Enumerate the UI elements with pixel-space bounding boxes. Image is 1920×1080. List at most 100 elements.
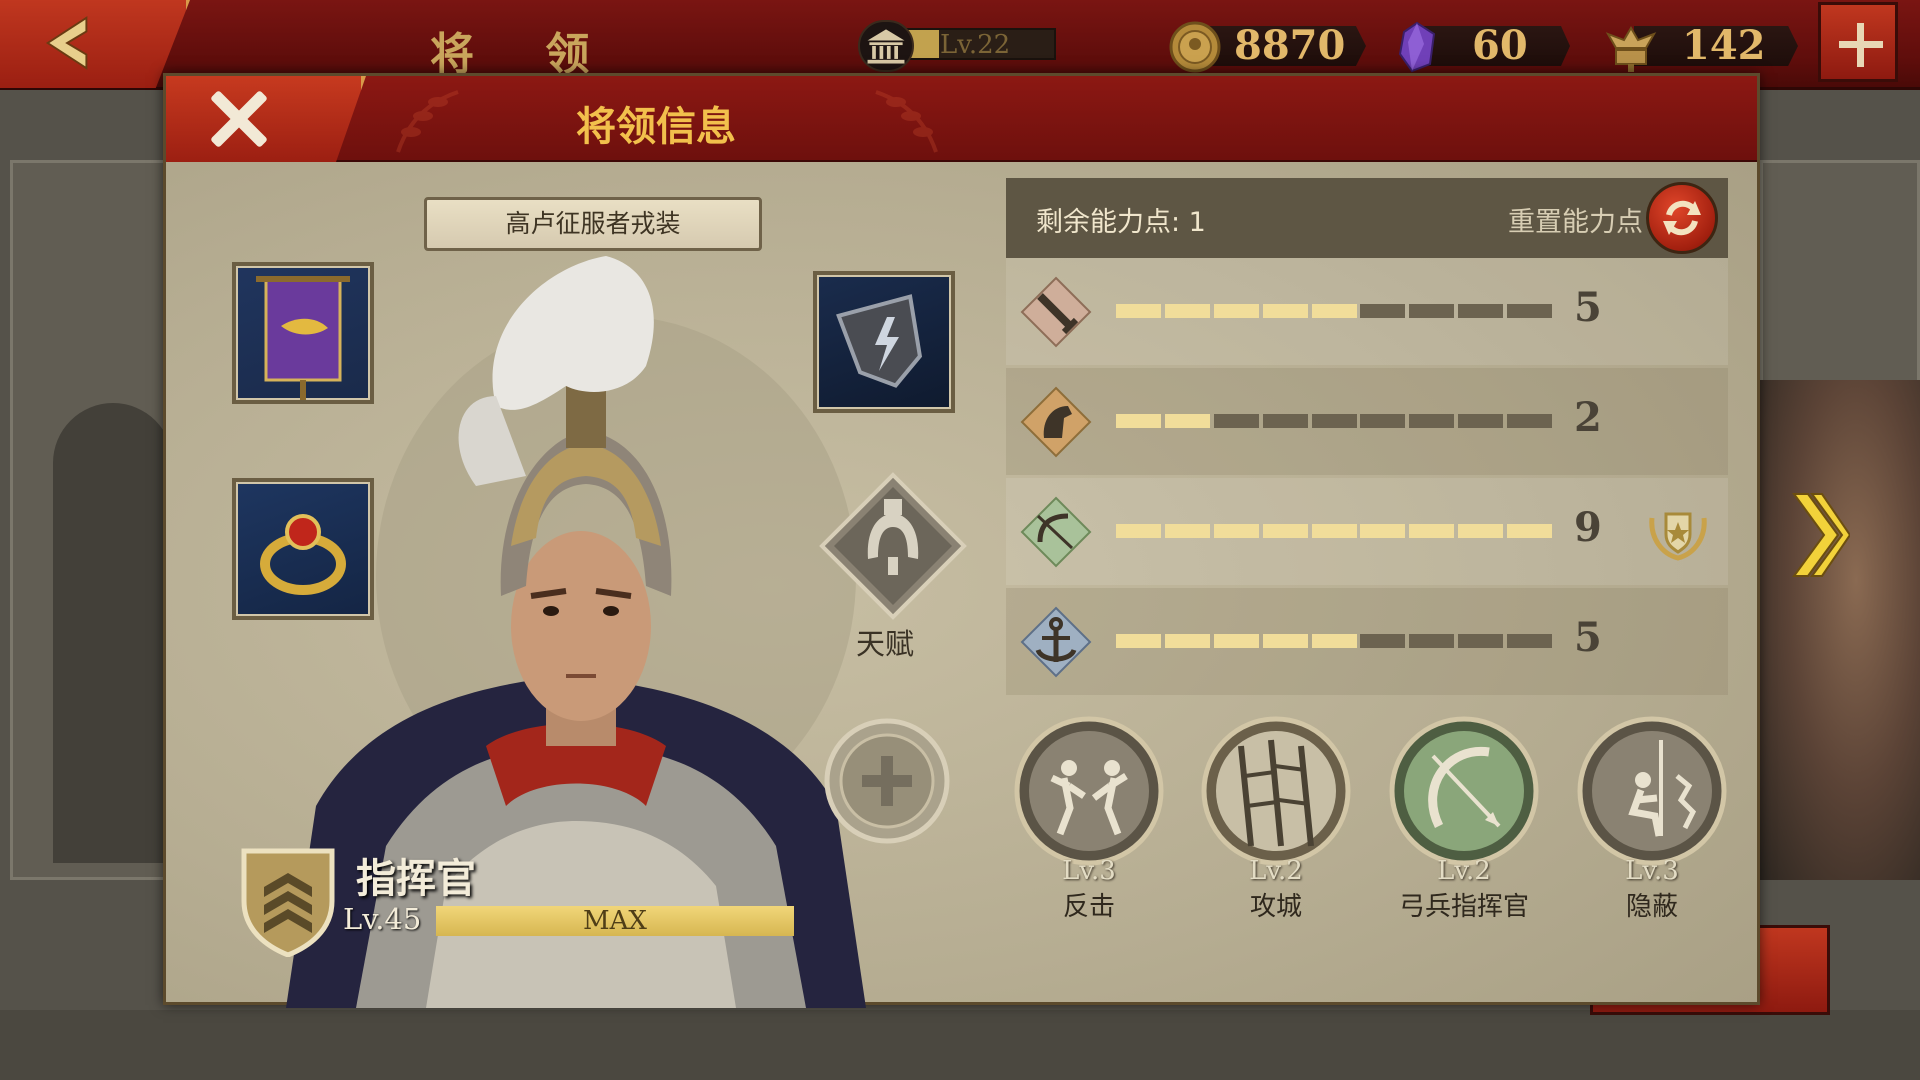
experience-bar-label: MAX — [583, 906, 647, 936]
stat-bar-segment — [1311, 304, 1357, 318]
rank-chevron-icon — [241, 848, 335, 957]
back-button[interactable] — [0, 0, 190, 88]
talent-button[interactable] — [818, 471, 968, 621]
panel-title: 将领信息 — [576, 104, 736, 150]
stat-bar-segment — [1116, 634, 1161, 648]
laurel-icon — [875, 90, 938, 153]
stat-value: 2 — [1574, 394, 1602, 441]
bow-icon — [1020, 496, 1092, 568]
city-hall-icon — [858, 20, 914, 72]
stat-bar-segment — [1360, 304, 1406, 318]
stat-bar-segment — [1360, 634, 1406, 648]
stat-bar-segment — [1164, 524, 1210, 538]
coin-icon — [1169, 21, 1221, 73]
stat-row-archer[interactable]: 9 — [1006, 478, 1728, 585]
previous-general-card[interactable] — [10, 160, 173, 880]
skill-level: Lv.2 — [1437, 856, 1491, 886]
talent-label: 天赋 — [856, 627, 915, 661]
counterattack-icon — [1014, 716, 1164, 866]
equipment-slot-shield[interactable] — [813, 271, 955, 413]
skill-level: Lv.3 — [1625, 856, 1679, 886]
experience-bar: MAX — [436, 906, 794, 936]
gem-resource[interactable]: 60 — [1390, 20, 1580, 73]
reset-points-button[interactable] — [1646, 182, 1718, 254]
lightning-shield-icon — [836, 294, 923, 388]
remaining-points-label: 剩余能力点: 1 — [1036, 207, 1206, 238]
stat-bar-segment — [1409, 524, 1455, 538]
stat-bar-segment — [1164, 304, 1210, 318]
coin-resource[interactable]: 8870 — [1168, 20, 1368, 73]
coin-count: 8870 — [1234, 22, 1346, 69]
stat-row-cavalry[interactable]: 2 — [1006, 368, 1728, 475]
ruby-ring-icon — [260, 514, 346, 595]
general-info-panel: 将领信息 高卢征服者戎装 天赋 指挥官 Lv.45 MAX 剩余能力点: 1 重… — [163, 73, 1760, 1008]
stat-value: 9 — [1574, 504, 1602, 551]
stat-bar-segment — [1262, 414, 1308, 428]
chevron-left-icon — [45, 16, 88, 70]
skill-level: Lv.3 — [1062, 856, 1116, 886]
stat-bar-segment — [1409, 634, 1455, 648]
stat-bar-segment — [1311, 524, 1357, 538]
background-floor — [0, 1010, 1920, 1080]
stat-bar-segment — [1507, 634, 1553, 648]
skill-name: 反击 — [1062, 892, 1115, 922]
equipment-slot-banner[interactable] — [232, 262, 374, 404]
skill-name: 隐蔽 — [1625, 892, 1678, 922]
stat-bar-segment — [1360, 524, 1406, 538]
stat-bar-segment — [1409, 414, 1455, 428]
stat-bar — [1116, 304, 1556, 318]
stat-row-navy[interactable]: 5 — [1006, 588, 1728, 695]
stat-row-infantry[interactable]: 5 — [1006, 258, 1728, 365]
stat-value: 5 — [1574, 284, 1602, 331]
stat-bar-segment — [1213, 634, 1259, 648]
spqr-resource[interactable]: 142 — [1604, 20, 1804, 72]
stat-bar-segment — [1458, 304, 1504, 318]
skill-archer-commander[interactable]: Lv.2 弓兵指挥官 — [1384, 716, 1544, 926]
stat-bar-segment — [1213, 524, 1259, 538]
next-general-portrait — [1760, 380, 1920, 880]
stat-bar-segment — [1311, 414, 1357, 428]
horse-icon — [1020, 386, 1092, 458]
stat-bar-segment — [1507, 414, 1553, 428]
city-level-indicator[interactable]: Lv.22 — [858, 20, 1063, 72]
spqr-eagle-icon — [1605, 26, 1657, 72]
stat-bar-segment — [1507, 304, 1553, 318]
spqr-count: 142 — [1682, 22, 1766, 69]
stat-bar-segment — [1262, 524, 1308, 538]
stat-bar-segment — [1116, 524, 1161, 538]
ability-points-header: 剩余能力点: 1 重置能力点 — [1006, 178, 1728, 258]
stat-bar-segment — [1213, 414, 1259, 428]
stat-bar-segment — [1311, 634, 1357, 648]
stat-bar-segment — [1409, 304, 1455, 318]
city-level-bar: Lv.22 — [904, 28, 1056, 60]
add-slot-button[interactable] — [822, 716, 952, 846]
general-level: Lv.45 — [343, 902, 422, 936]
equipment-slot-ring[interactable] — [232, 478, 374, 620]
stat-bar-segment — [1458, 634, 1504, 648]
anchor-icon — [1020, 606, 1092, 678]
stat-bar-segment — [1262, 304, 1308, 318]
refresh-icon — [1663, 200, 1701, 236]
stat-bar-segment — [1164, 414, 1210, 428]
stat-bar-segment — [1458, 414, 1504, 428]
skill-siege[interactable]: Lv.2 攻城 — [1196, 716, 1356, 926]
stat-bar-segment — [1213, 304, 1259, 318]
siege-ladder-icon — [1201, 716, 1351, 866]
stat-bar-segment — [1507, 524, 1553, 538]
stat-bar-segment — [1116, 414, 1161, 428]
outfit-button[interactable]: 高卢征服者戎装 — [424, 197, 762, 251]
next-general-arrow-icon[interactable] — [1790, 490, 1850, 580]
rank-title: 指挥官 — [356, 856, 476, 902]
add-resource-button[interactable] — [1818, 2, 1898, 82]
close-button[interactable] — [166, 76, 366, 162]
stat-value: 5 — [1574, 614, 1602, 661]
sword-icon — [1020, 276, 1092, 348]
stat-bar-segment — [1458, 524, 1504, 538]
stat-bar-segment — [1360, 414, 1406, 428]
archer-bow-icon — [1389, 716, 1539, 866]
skill-name: 攻城 — [1249, 892, 1302, 922]
skill-concealment[interactable]: Lv.3 隐蔽 — [1572, 716, 1732, 926]
skill-counterattack[interactable]: Lv.3 反击 — [1009, 716, 1169, 926]
skill-name: 弓兵指挥官 — [1398, 892, 1529, 922]
concealment-icon — [1577, 716, 1727, 866]
